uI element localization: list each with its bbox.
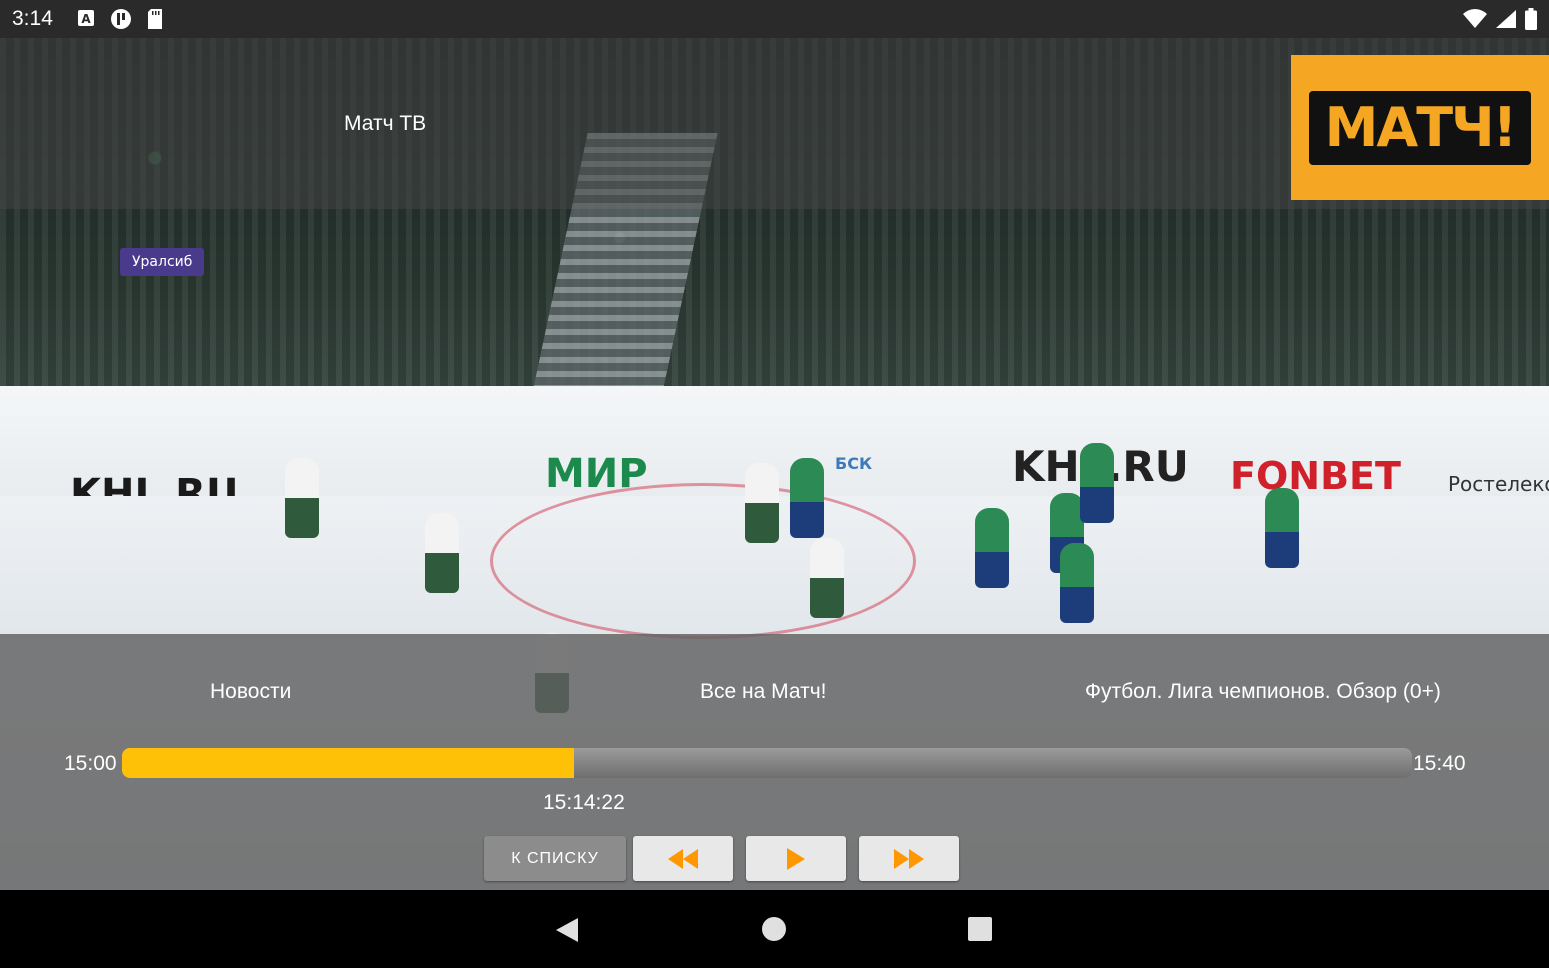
nav-recent-apps-icon[interactable] (968, 917, 992, 941)
sd-card-icon (148, 9, 162, 29)
program-current: Все на Матч! (700, 680, 827, 703)
nav-home-icon[interactable] (762, 917, 786, 941)
player (790, 458, 824, 538)
fast-forward-icon (894, 848, 924, 869)
channel-logo: МАТЧ! (1291, 55, 1549, 200)
channel-name: Матч ТВ (344, 112, 427, 135)
fast-forward-button[interactable] (859, 836, 959, 881)
program-start-time: 15:00 (64, 752, 117, 775)
program-previous: Новости (210, 680, 292, 703)
player (745, 463, 779, 543)
wifi-icon (1463, 9, 1487, 28)
keyboard-a-icon: A (78, 10, 94, 26)
signal-icon (1496, 10, 1516, 28)
board-ad: Ростелеком (1448, 472, 1549, 496)
player (810, 538, 844, 618)
system-icons (1463, 8, 1537, 30)
notification-icons: A (76, 8, 164, 30)
play-icon (787, 847, 805, 870)
nav-back-icon[interactable] (554, 916, 580, 944)
board-ad: БСК (835, 454, 873, 473)
back-to-list-button[interactable]: К СПИСКУ (484, 836, 626, 881)
player (1265, 488, 1299, 568)
progress-fill (122, 748, 574, 778)
player (1060, 543, 1094, 623)
channel-logo-mark: МАТЧ! (1309, 90, 1531, 165)
board-ad: FONBET (1230, 454, 1401, 498)
rewind-icon (668, 848, 698, 869)
channel-logo-text: МАТЧ! (1324, 96, 1518, 159)
rewind-button[interactable] (633, 836, 733, 881)
player (425, 513, 459, 593)
player (285, 458, 319, 538)
status-time: 3:14 (12, 7, 53, 30)
board-ad: Уралсиб (120, 248, 205, 276)
battery-icon (1525, 8, 1537, 30)
current-time: 15:14:22 (543, 791, 625, 814)
back-to-list-label: К СПИСКУ (511, 849, 599, 867)
faceoff-circle (490, 483, 916, 639)
player (975, 508, 1009, 588)
screen: KHL.RU МИР БСК KHL.RU FONBET Ростелеком … (0, 0, 1549, 968)
player (1080, 443, 1114, 523)
program-end-time: 15:40 (1413, 752, 1466, 775)
svg-text:A: A (81, 12, 91, 26)
play-button[interactable] (746, 836, 846, 881)
program-next: Футбол. Лига чемпионов. Обзор (0+) (1085, 680, 1441, 703)
progress-bar[interactable] (122, 748, 1412, 778)
status-bar: 3:14 A (0, 0, 1549, 38)
app-circle-icon (111, 9, 131, 29)
